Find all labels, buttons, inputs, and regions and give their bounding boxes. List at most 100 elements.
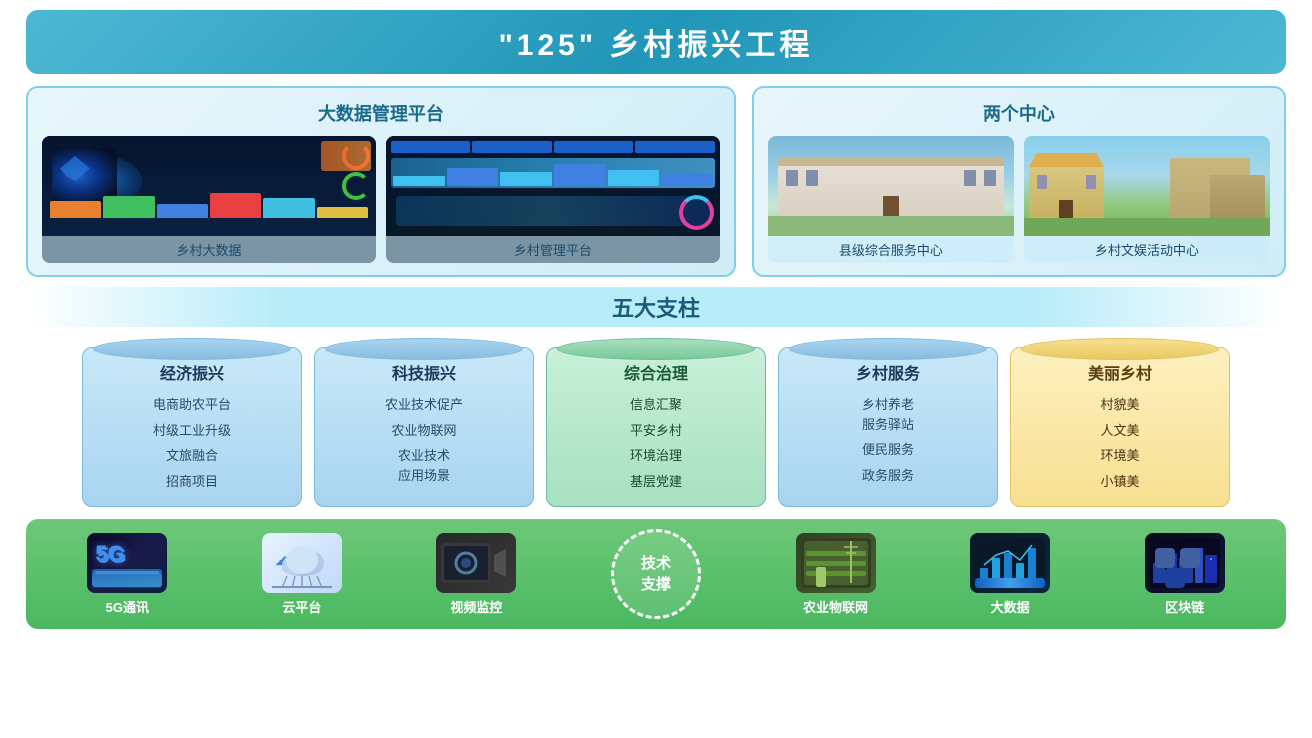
mgmt-platform-box: 乡村管理平台 (386, 136, 720, 263)
main-container: "125" 乡村振兴工程 大数据管理平台 (26, 0, 1286, 639)
tech-support-center: 技术 支撑 (611, 529, 701, 619)
bigdata-svg (970, 533, 1050, 593)
pillar-beautiful-item-4: 小镇美 (1021, 469, 1219, 495)
pillar-governance: 综合治理 信息汇聚 平安乡村 环境治理 基层党建 (546, 337, 766, 507)
iot-icon-box (796, 533, 876, 593)
pillar-beautiful-item-1: 村貌美 (1021, 392, 1219, 418)
video-icon-box (436, 533, 516, 593)
pillar-service-item-1: 乡村养老服务驿站 (789, 392, 987, 437)
pillar-tech-item-3: 农业技术应用场景 (325, 443, 523, 488)
mgmt-chart (391, 158, 715, 188)
pillar-economy-item-2: 村级工业升级 (93, 418, 291, 444)
pillar-beautiful-cylinder: 美丽乡村 村貌美 人文美 环境美 小镇美 (1010, 347, 1230, 507)
pillar-economy-item-3: 文旅融合 (93, 443, 291, 469)
pillar-governance-item-4: 基层党建 (557, 469, 755, 495)
5g-text: 5G (95, 541, 124, 567)
pillar-service-cylinder: 乡村服务 乡村养老服务驿站 便民服务 政务服务 (778, 347, 998, 507)
pillar-economy: 经济振兴 电商助农平台 村级工业升级 文旅融合 招商项目 (82, 337, 302, 507)
pillar-governance-item-2: 平安乡村 (557, 418, 755, 444)
bigdata-label: 大数据 (991, 597, 1030, 616)
pillar-tech-title: 科技振兴 (325, 360, 523, 384)
tech-support-circle: 技术 支撑 (611, 529, 701, 619)
data-images: 乡村大数据 (42, 136, 720, 263)
video-svg (436, 533, 516, 593)
mgmt-screen (386, 136, 720, 236)
cloud-svg (262, 533, 342, 593)
cloud-label: 云平台 (282, 597, 321, 616)
pillar-governance-cylinder: 综合治理 信息汇聚 平安乡村 环境治理 基层党建 (546, 347, 766, 507)
county-center-label: 县级综合服务中心 (768, 236, 1014, 263)
pillar-tech: 科技振兴 农业技术促产 农业物联网 农业技术应用场景 (314, 337, 534, 507)
pillar-economy-wrapper: 经济振兴 电商助农平台 村级工业升级 文旅融合 招商项目 (82, 337, 302, 507)
pillars-title: 五大支柱 (612, 296, 700, 321)
support-iot: 农业物联网 (796, 533, 876, 616)
cloud-icon-box (262, 533, 342, 593)
video-label: 视频监控 (450, 597, 502, 616)
support-section: 5G 5G通讯 (26, 519, 1286, 629)
blockchain-label: 区块链 (1165, 597, 1204, 616)
rural-center-label: 乡村文娱活动中心 (1024, 236, 1270, 263)
support-bigdata: 大数据 (970, 533, 1050, 616)
pillar-service-title: 乡村服务 (789, 360, 987, 384)
rural-side-building (1210, 175, 1265, 220)
big-data-title: 大数据管理平台 (42, 100, 720, 126)
building-body-county (778, 158, 1004, 218)
support-video: 视频监控 (436, 533, 516, 616)
rural-building-body (1029, 165, 1104, 220)
top-section: 大数据管理平台 (26, 86, 1286, 277)
pillar-beautiful: 美丽乡村 村貌美 人文美 环境美 小镇美 (1010, 337, 1230, 507)
village-data-label: 乡村大数据 (42, 236, 376, 263)
pillar-tech-item-2: 农业物联网 (325, 418, 523, 444)
two-centers-panel: 两个中心 县级综合服务中心 (752, 86, 1286, 277)
5g-base (92, 569, 162, 587)
bigdata-icon-box (970, 533, 1050, 593)
pillars-row: 经济振兴 电商助农平台 村级工业升级 文旅融合 招商项目 科技振兴 农业技术促产… (26, 337, 1286, 507)
tech-support-text-1: 技术 (641, 553, 671, 574)
title-bar: "125" 乡村振兴工程 (26, 10, 1286, 74)
pillar-governance-item-3: 环境治理 (557, 443, 755, 469)
pillar-beautiful-item-2: 人文美 (1021, 418, 1219, 444)
pillars-title-bg: 五大支柱 (26, 287, 1286, 327)
rural-building (1024, 136, 1270, 236)
iot-label: 农业物联网 (803, 597, 868, 616)
pillar-economy-title: 经济振兴 (93, 360, 291, 384)
support-5g: 5G 5G通讯 (87, 533, 167, 616)
pillar-economy-cylinder: 经济振兴 电商助农平台 村级工业升级 文旅融合 招商项目 (82, 347, 302, 507)
village-data-box: 乡村大数据 (42, 136, 376, 263)
bars-visual (50, 190, 368, 218)
pillar-beautiful-wrapper: 美丽乡村 村貌美 人文美 环境美 小镇美 (1010, 337, 1230, 507)
support-blockchain: 区块链 (1145, 533, 1225, 616)
pillar-governance-title: 综合治理 (557, 360, 755, 384)
pillar-service-item-3: 政务服务 (789, 463, 987, 489)
pillar-service-item-2: 便民服务 (789, 437, 987, 463)
mgmt-donut-chart (679, 195, 714, 230)
big-data-panel: 大数据管理平台 (26, 86, 736, 277)
rural-center-box: 乡村文娱活动中心 (1024, 136, 1270, 263)
pillar-tech-item-1: 农业技术促产 (325, 392, 523, 418)
chart-circle-1 (342, 142, 370, 170)
pillar-governance-wrapper: 综合治理 信息汇聚 平安乡村 环境治理 基层党建 (546, 337, 766, 507)
blockchain-icon-box (1145, 533, 1225, 593)
county-center-box: 县级综合服务中心 (768, 136, 1014, 263)
blockchain-svg (1145, 533, 1225, 593)
main-title: "125" 乡村振兴工程 (26, 20, 1286, 64)
mgmt-label: 乡村管理平台 (386, 236, 720, 263)
5g-label: 5G通讯 (106, 597, 149, 616)
pillar-service-wrapper: 乡村服务 乡村养老服务驿站 便民服务 政务服务 (778, 337, 998, 507)
pillars-title-container: 五大支柱 (26, 287, 1286, 327)
pillar-governance-item-1: 信息汇聚 (557, 392, 755, 418)
two-centers-title: 两个中心 (768, 100, 1270, 126)
pillar-beautiful-title: 美丽乡村 (1021, 360, 1219, 384)
pillar-tech-wrapper: 科技振兴 农业技术促产 农业物联网 农业技术应用场景 (314, 337, 534, 507)
village-data-screen (42, 136, 376, 236)
center-images: 县级综合服务中心 (768, 136, 1270, 263)
mgmt-top-bar (391, 141, 715, 153)
iot-svg (796, 533, 876, 593)
tech-support-text-2: 支撑 (641, 574, 671, 595)
5g-icon-box: 5G (87, 533, 167, 593)
pillar-service: 乡村服务 乡村养老服务驿站 便民服务 政务服务 (778, 337, 998, 507)
pillar-tech-cylinder: 科技振兴 农业技术促产 农业物联网 农业技术应用场景 (314, 347, 534, 507)
pillar-economy-item-1: 电商助农平台 (93, 392, 291, 418)
pillar-beautiful-item-3: 环境美 (1021, 443, 1219, 469)
county-building (768, 136, 1014, 236)
